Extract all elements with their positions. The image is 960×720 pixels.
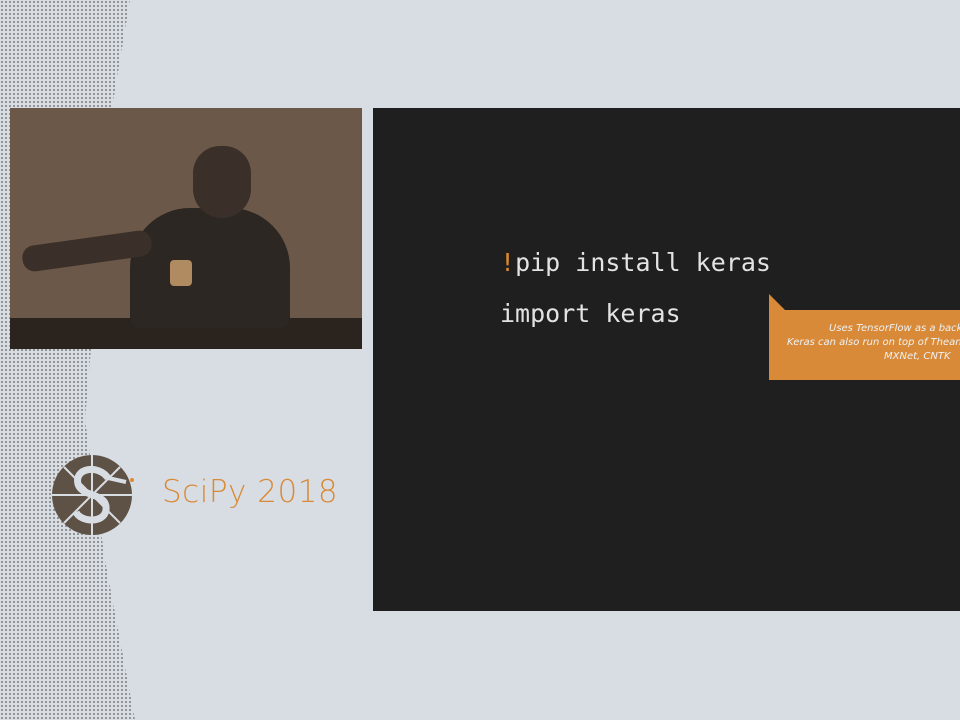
callout-line: Keras can also run on top of Theano, — [787, 337, 960, 348]
callout-tail — [769, 294, 785, 310]
speaker-video — [10, 108, 362, 349]
code-prefix: ! — [500, 248, 516, 277]
scipy-2018-wordmark: SciPy 2018 — [162, 474, 339, 510]
scipy-logo-icon — [52, 455, 134, 535]
callout-note: Uses TensorFlow as a backend Keras can a… — [769, 310, 960, 380]
code-line-pip-install: !pip install keras — [500, 248, 771, 277]
callout-line: Uses TensorFlow as a backend — [829, 323, 960, 334]
code-text: pip install keras — [515, 248, 771, 277]
code-text: import keras — [500, 299, 681, 328]
speaker-body — [130, 208, 290, 328]
presentation-slide: !pip install keras import keras Uses Ten… — [373, 108, 960, 611]
speaker-head — [193, 146, 251, 218]
speaker-cup — [170, 260, 192, 286]
callout-line: MXNet, CNTK — [884, 351, 951, 362]
code-line-import: import keras — [500, 299, 681, 328]
